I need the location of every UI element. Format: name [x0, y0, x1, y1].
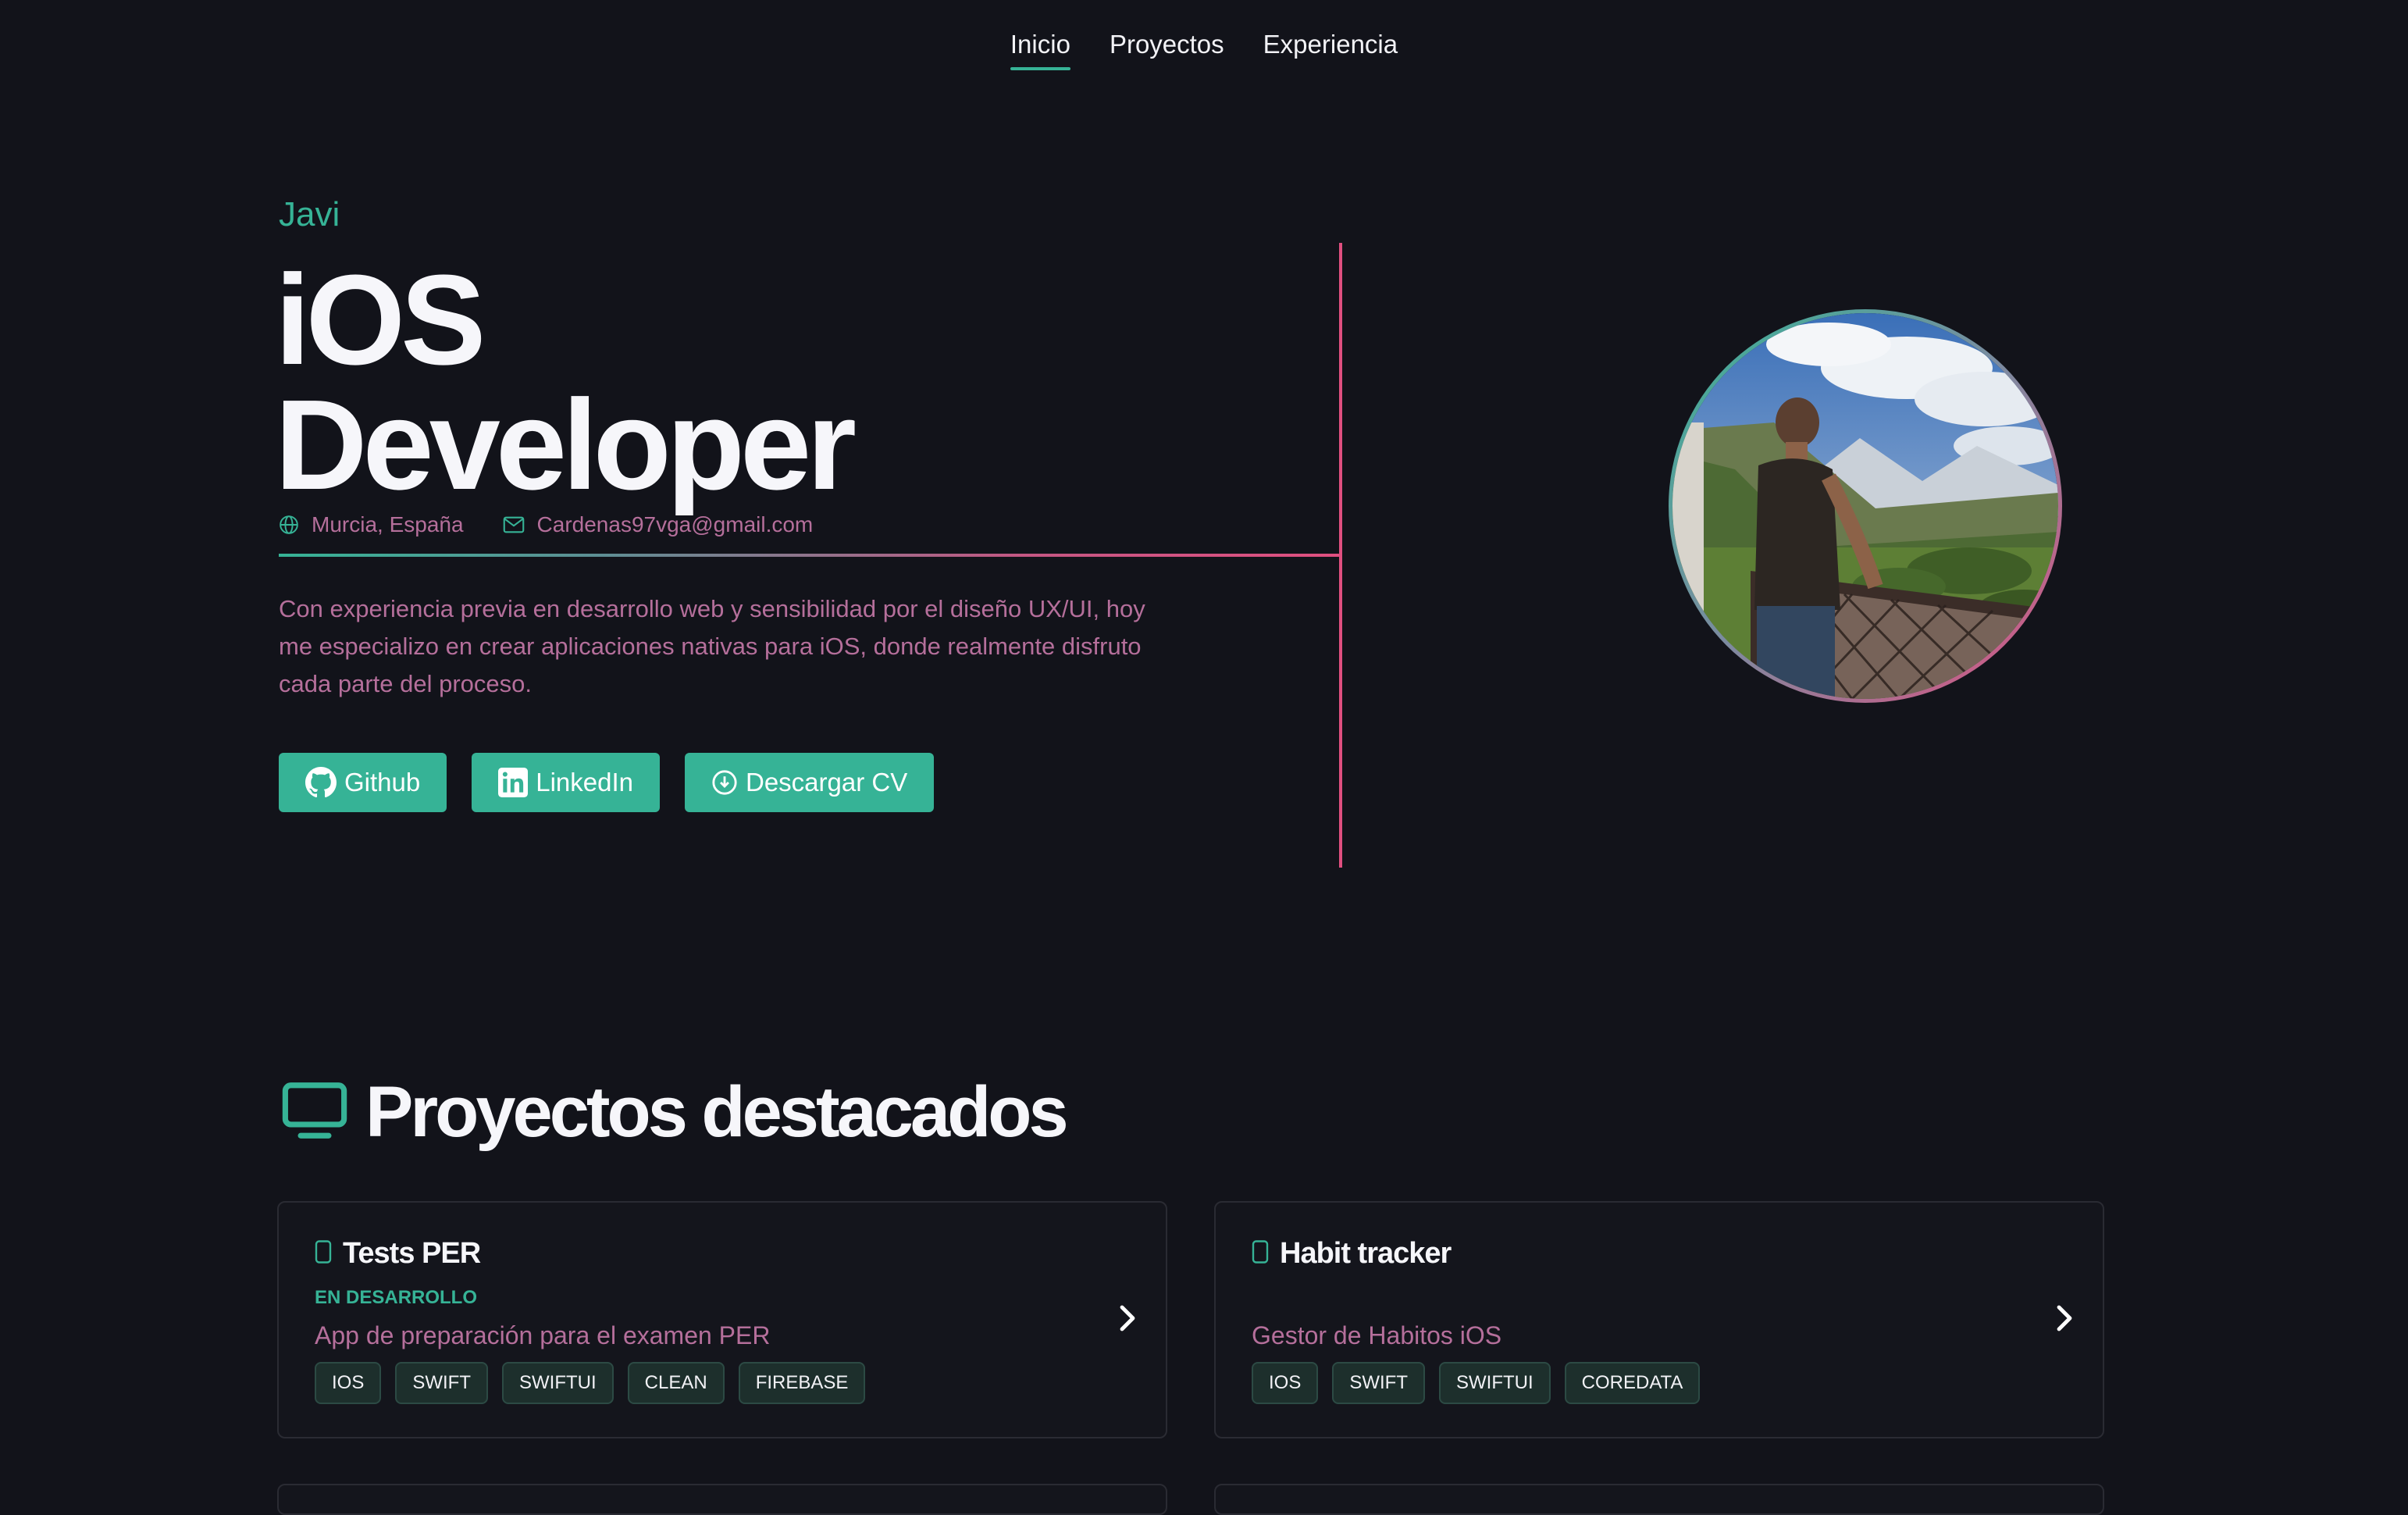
github-icon: [305, 767, 337, 798]
project-description: Gestor de Habitos iOS: [1252, 1321, 1502, 1349]
hero-actions: Github LinkedIn Descargar CV: [279, 753, 935, 812]
nav-link-proyectos[interactable]: Proyectos: [1110, 30, 1224, 70]
project-card-header: Tests PER: [315, 1237, 481, 1271]
linkedin-button-label: LinkedIn: [536, 768, 633, 797]
tag-ios: IOS: [1252, 1362, 1319, 1404]
top-nav: Inicio Proyectos Experiencia: [0, 30, 2408, 70]
github-button[interactable]: Github: [279, 753, 447, 812]
profile-photo: [1672, 313, 2058, 699]
monitor-icon: [281, 1081, 348, 1144]
nav-link-experiencia[interactable]: Experiencia: [1263, 30, 1398, 70]
tag-ios: IOS: [315, 1362, 382, 1404]
smartphone-icon: [315, 1240, 332, 1267]
location-text: Murcia, España: [312, 512, 464, 536]
tag-firebase: FIREBASE: [738, 1362, 866, 1404]
tag-swiftui: SWIFTUI: [502, 1362, 614, 1404]
hero-title-line2: Developer: [275, 373, 857, 516]
tag-swiftui: SWIFTUI: [1439, 1362, 1551, 1404]
hero-divider-horizontal: [279, 554, 1342, 557]
project-card-tests-per[interactable]: Tests PER EN DESARROLLO App de preparaci…: [277, 1201, 1167, 1438]
projects-heading: Proyectos destacados: [365, 1072, 1069, 1152]
download-cv-button-label: Descargar CV: [746, 768, 908, 797]
hero-title: iOS Developer: [275, 256, 857, 509]
chevron-right-icon[interactable]: [1117, 1303, 1138, 1338]
hero-divider-vertical: [1339, 243, 1342, 868]
project-card-habit-tracker[interactable]: Habit tracker Gestor de Habitos iOS IOS …: [1214, 1201, 2104, 1438]
projects-section-title: Proyectos destacados: [281, 1071, 1069, 1153]
globe-icon: [279, 515, 299, 535]
project-card-header: Habit tracker: [1252, 1237, 1452, 1271]
project-description: App de preparación para el examen PER: [315, 1321, 771, 1349]
download-icon: [711, 769, 738, 796]
project-name: Tests PER: [343, 1237, 481, 1270]
tag-swift: SWIFT: [395, 1362, 488, 1404]
project-name: Habit tracker: [1280, 1237, 1452, 1270]
email-link[interactable]: Cardenas97vga@gmail.com: [537, 512, 814, 537]
project-card-next-right[interactable]: [1214, 1484, 2104, 1515]
contact-row: Murcia, España Cardenas97vga@gmail.com: [279, 512, 813, 537]
download-cv-button[interactable]: Descargar CV: [685, 753, 935, 812]
smartphone-icon: [1252, 1240, 1269, 1267]
linkedin-button[interactable]: LinkedIn: [472, 753, 660, 812]
github-button-label: Github: [344, 768, 421, 797]
tag-clean: CLEAN: [627, 1362, 725, 1404]
nav-link-inicio[interactable]: Inicio: [1010, 30, 1070, 70]
hero-name: Javi: [279, 195, 340, 233]
mail-icon: [503, 515, 525, 534]
project-status-badge: EN DESARROLLO: [315, 1287, 478, 1308]
tag-coredata: COREDATA: [1564, 1362, 1701, 1404]
project-card-next-left[interactable]: [277, 1484, 1167, 1515]
chevron-right-icon[interactable]: [2054, 1303, 2075, 1338]
hero-description: Con experiencia previa en desarrollo web…: [279, 595, 1145, 697]
project-tags: IOS SWIFT SWIFTUI COREDATA: [1252, 1362, 1701, 1404]
project-tags: IOS SWIFT SWIFTUI CLEAN FIREBASE: [315, 1362, 866, 1404]
profile-avatar: [1669, 309, 2062, 703]
linkedin-icon: [498, 768, 529, 797]
tag-swift: SWIFT: [1332, 1362, 1425, 1404]
hero-title-line1: iOS: [275, 248, 486, 391]
